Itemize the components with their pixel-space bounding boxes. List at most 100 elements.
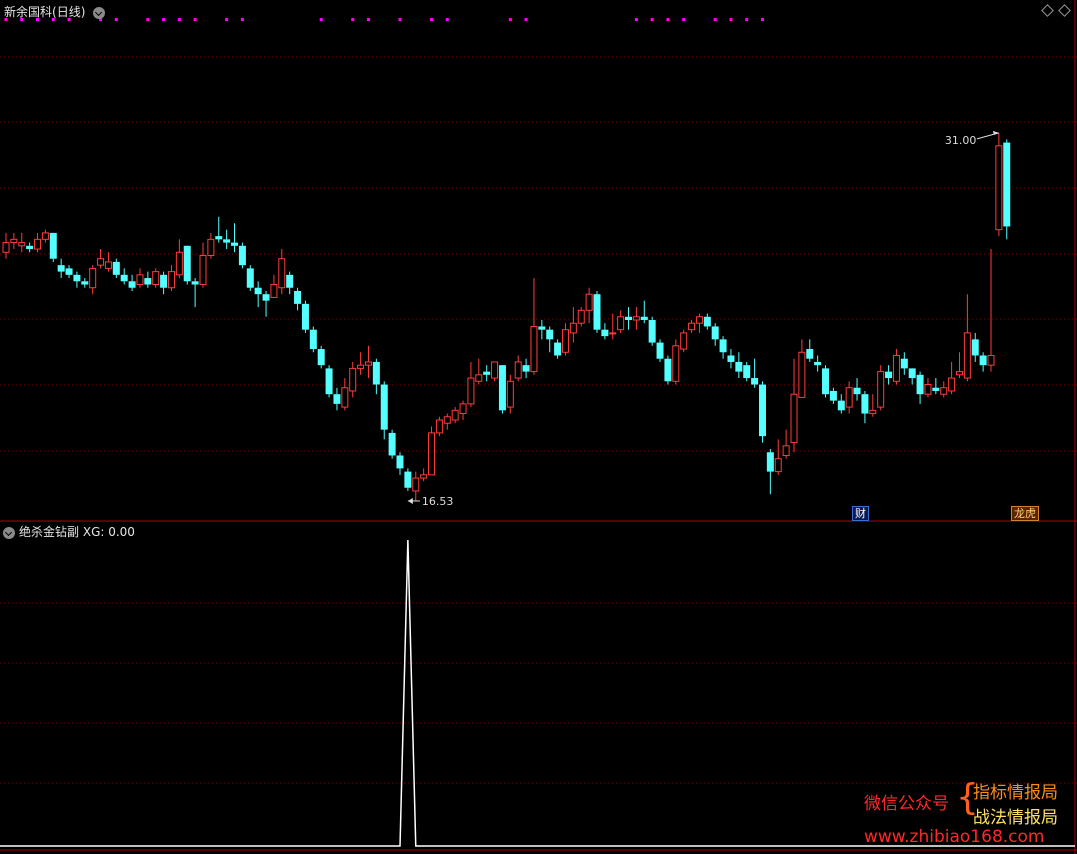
candle — [262, 290, 270, 317]
candle — [995, 132, 1003, 237]
candle-body — [467, 377, 475, 405]
candle-body — [104, 261, 112, 269]
candle — [916, 371, 924, 404]
candle-body — [333, 394, 341, 404]
candle — [451, 407, 459, 424]
candle-body — [892, 354, 900, 382]
candle-body — [246, 268, 254, 288]
candle — [81, 278, 89, 288]
candle — [167, 265, 175, 291]
candle-body — [625, 316, 633, 320]
candle-body — [144, 278, 152, 285]
candle — [711, 323, 719, 346]
stock-name: 新余国科 — [4, 5, 53, 19]
candle-body — [688, 322, 696, 331]
candle-body — [420, 474, 428, 479]
candle — [869, 394, 877, 417]
candle-body — [380, 384, 388, 430]
candle-body — [167, 271, 175, 289]
candle — [955, 352, 963, 379]
candle — [546, 326, 554, 353]
candle-body — [648, 320, 656, 343]
candle-body — [900, 358, 908, 369]
candle — [120, 268, 128, 285]
candle — [294, 287, 302, 311]
candle — [404, 468, 412, 491]
candle — [246, 265, 254, 291]
signal-dot — [524, 18, 528, 21]
candle — [270, 274, 278, 298]
candle — [632, 307, 640, 330]
candle — [309, 326, 317, 353]
candle — [814, 355, 822, 372]
candle — [128, 274, 136, 291]
candle — [806, 339, 814, 362]
candle — [601, 323, 609, 340]
candle — [89, 265, 97, 295]
indicator-value: XG: 0.00 — [82, 525, 135, 539]
candle-body — [995, 145, 1003, 231]
candle-body — [57, 265, 65, 272]
candle-body — [254, 287, 262, 295]
candle — [199, 242, 207, 288]
candle-body — [372, 361, 380, 385]
candle-body — [175, 251, 183, 276]
candle — [609, 313, 617, 340]
signal-dot — [398, 18, 402, 21]
candle-body — [585, 293, 593, 311]
candle — [680, 329, 688, 353]
candle — [790, 358, 798, 453]
signal-dot — [225, 18, 229, 21]
signal-dot — [729, 18, 733, 21]
candle-body — [538, 326, 546, 330]
candle — [751, 358, 759, 388]
candle-body — [120, 274, 128, 282]
chart-canvas[interactable]: 31.00 16.53 — [0, 0, 1077, 854]
candle-body — [10, 238, 18, 244]
candle-body — [561, 329, 569, 353]
candle — [97, 249, 105, 269]
signal-dot — [193, 18, 197, 21]
candle — [459, 400, 467, 420]
candle-body — [215, 236, 223, 240]
candle-body — [459, 403, 467, 415]
candle-body — [152, 271, 160, 286]
candle-body — [435, 419, 443, 434]
candle-body — [49, 232, 57, 259]
candle — [183, 245, 191, 285]
candle-body — [404, 471, 412, 488]
candle-body — [837, 400, 845, 411]
candle — [65, 265, 73, 279]
candle-body — [506, 380, 514, 408]
candle — [963, 294, 971, 382]
candle — [743, 361, 751, 382]
candle-body — [806, 349, 814, 359]
watermark-brand-1: 指标情报局 — [973, 783, 1058, 803]
candle — [617, 310, 625, 333]
ranking-badge[interactable]: 龙虎 — [1011, 506, 1039, 521]
candle-body — [223, 239, 231, 243]
candle — [727, 349, 735, 369]
candle — [506, 374, 514, 414]
candle — [175, 239, 183, 279]
candle-body — [569, 322, 577, 334]
candle-body — [751, 378, 759, 385]
signal-dot — [240, 18, 244, 21]
candle-body — [231, 242, 239, 246]
candle-body — [238, 245, 246, 266]
candle-body — [664, 358, 672, 382]
candle — [971, 332, 979, 362]
candle-body — [609, 332, 617, 335]
candle-body — [309, 329, 317, 350]
candle — [412, 471, 420, 501]
candle-body — [199, 254, 207, 286]
sub-panel-menu-icon[interactable] — [3, 526, 15, 539]
main-panel-menu-icon[interactable] — [93, 6, 106, 19]
period-label: (日线) — [52, 5, 86, 19]
candle-body — [2, 242, 10, 253]
candle — [57, 258, 65, 279]
candle-body — [491, 361, 499, 379]
candle-body — [672, 345, 680, 382]
finance-badge[interactable]: 财 — [852, 506, 869, 521]
candle — [577, 307, 585, 327]
